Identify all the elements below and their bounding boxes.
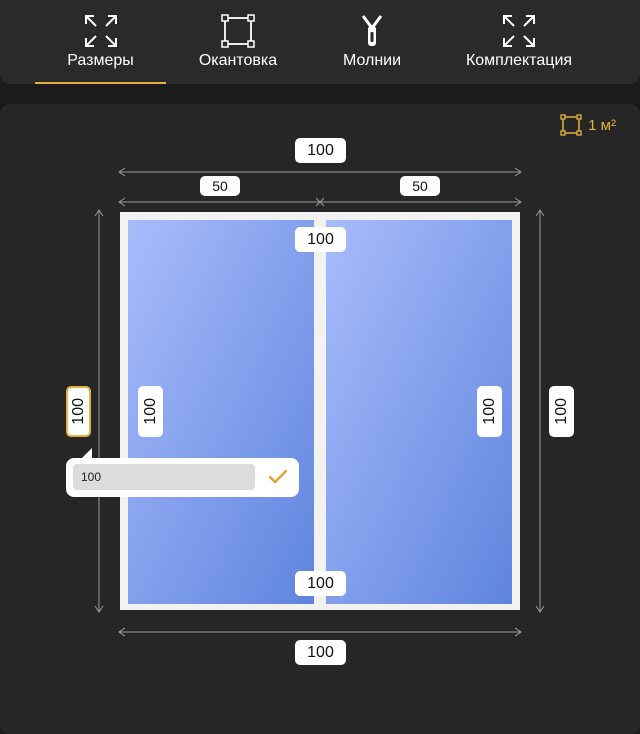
dim-left-inner[interactable]: 100 bbox=[138, 386, 163, 437]
dim-right-outer-value: 100 bbox=[552, 398, 570, 425]
dim-right-outer[interactable]: 100 bbox=[549, 386, 574, 437]
dim-left-outer-value: 100 bbox=[69, 398, 87, 425]
dim-right-inner-value: 100 bbox=[480, 398, 498, 425]
window-drawing bbox=[94, 167, 545, 637]
dim-top-right-section[interactable]: 50 bbox=[400, 176, 440, 196]
dim-bottom-total[interactable]: 100 bbox=[295, 640, 346, 665]
dim-right-inner[interactable]: 100 bbox=[477, 386, 502, 437]
dim-divider-top[interactable]: 100 bbox=[295, 227, 346, 252]
confirm-check-icon[interactable] bbox=[267, 466, 289, 488]
dimension-input[interactable] bbox=[73, 464, 255, 490]
dimension-editor-popup bbox=[66, 458, 299, 497]
dim-left-outer[interactable]: 100 bbox=[66, 386, 91, 437]
dim-divider-bottom[interactable]: 100 bbox=[295, 571, 346, 596]
dim-top-left-section[interactable]: 50 bbox=[200, 176, 240, 196]
dim-left-inner-value: 100 bbox=[141, 398, 159, 425]
dim-top-total[interactable]: 100 bbox=[295, 138, 346, 163]
